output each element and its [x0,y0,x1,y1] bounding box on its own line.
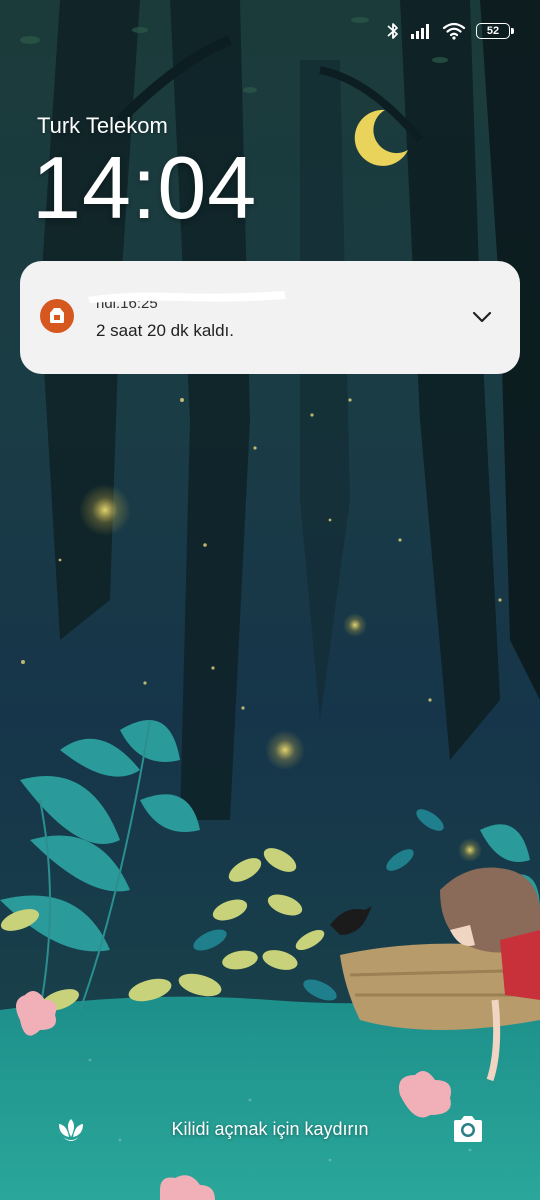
bluetooth-icon [386,21,400,41]
status-bar: 52 [386,18,514,44]
app-icon [40,299,74,333]
camera-icon[interactable] [450,1111,486,1147]
battery-icon: 52 [476,23,514,39]
lockscreen-clock: 14:04 [32,138,258,237]
wifi-icon [442,22,466,40]
redaction-mark [88,291,286,303]
carrier-name: Turk Telekom [37,113,168,138]
notification-body: 2 saat 20 dk kaldı. [96,321,234,340]
chevron-down-icon[interactable] [470,305,494,329]
battery-level: 52 [486,24,500,37]
signal-icon [410,23,432,39]
notification-card[interactable]: ndi:16:25 2 saat 20 dk kaldı. [20,261,520,374]
